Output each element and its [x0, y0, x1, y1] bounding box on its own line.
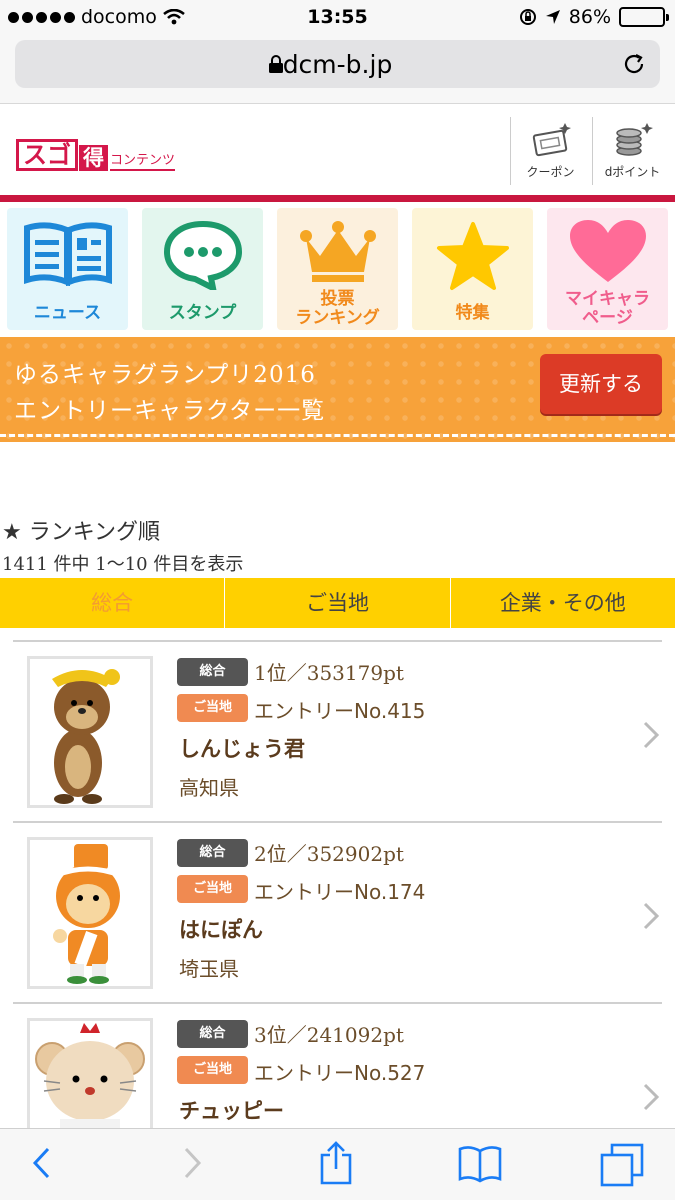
entry-number: エントリーNo.174 — [254, 880, 426, 904]
menu-stamp[interactable]: スタンプ — [142, 208, 263, 330]
header-divider — [0, 195, 675, 202]
prefecture: 埼玉県 — [179, 957, 239, 981]
tab-company-other[interactable]: 企業・その他 — [451, 578, 675, 628]
reload-icon[interactable] — [622, 52, 646, 76]
character-name: チュッピー — [179, 1099, 284, 1123]
chevron-right-icon — [643, 721, 660, 749]
entry-number: エントリーNo.527 — [254, 1061, 426, 1085]
menu-feature-label: 特集 — [455, 303, 490, 323]
entry-number: エントリーNo.415 — [254, 699, 426, 723]
rank-points: 3位／241092pt — [254, 1023, 404, 1047]
coins-icon — [615, 123, 653, 156]
url-text: dcm-b.jp — [282, 50, 393, 79]
badge-overall: 総合 — [177, 1020, 248, 1048]
banner-dashed-border — [0, 434, 675, 437]
menu-ranking[interactable]: 投票 ランキング — [277, 208, 398, 330]
menu-ranking-label: 投票 ランキング — [295, 289, 380, 328]
browser-address-bar: dcm-b.jp — [0, 36, 675, 104]
list-item[interactable]: 総合 2位／352902pt ご当地 エントリーNo.174 はにぽん 埼玉県 — [13, 821, 662, 1002]
chat-bubble-icon — [163, 220, 242, 294]
logo-sub: コンテンツ — [110, 153, 176, 171]
banner-title-line2: エントリーキャラクター一覧 — [14, 398, 326, 424]
character-image — [27, 837, 153, 989]
ranking-list: 総合 1位／353179pt ご当地 エントリーNo.415 しんじょう君 高知… — [13, 640, 662, 1183]
category-tabs: 総合 ご当地 企業・その他 — [0, 578, 675, 628]
badge-overall: 総合 — [177, 839, 248, 867]
banner-title-line1: ゆるキャラグランプリ2016 — [14, 362, 316, 388]
badge-local: ご当地 — [177, 694, 248, 722]
rank-points: 1位／353179pt — [254, 661, 404, 685]
menu-feature[interactable]: 特集 — [412, 208, 533, 330]
coupon-icon — [532, 123, 571, 157]
menu-mychara[interactable]: マイキャラ ページ — [547, 208, 668, 330]
coupon-button[interactable]: クーポン — [510, 117, 590, 185]
grandprix-banner: ゆるキャラグランプリ2016 エントリーキャラクター一覧 更新する — [0, 337, 675, 442]
status-right: 86% — [519, 6, 669, 28]
tab-local[interactable]: ご当地 — [225, 578, 451, 628]
share-icon[interactable] — [318, 1141, 354, 1185]
orientation-lock-icon — [519, 9, 536, 25]
badge-local: ご当地 — [177, 1056, 248, 1084]
badge-local: ご当地 — [177, 875, 248, 903]
list-item[interactable]: 総合 1位／353179pt ご当地 エントリーNo.415 しんじょう君 高知… — [13, 640, 662, 821]
badge-overall: 総合 — [177, 658, 248, 686]
news-icon — [23, 222, 112, 287]
logo-accent: 得 — [79, 145, 108, 171]
result-count: 1411 件中 1〜10 件目を表示 — [2, 554, 244, 575]
menu-news[interactable]: ニュース — [7, 208, 128, 330]
battery-icon — [619, 7, 669, 27]
character-name: しんじょう君 — [179, 737, 305, 761]
coupon-label: クーポン — [526, 165, 575, 179]
site-header: スゴ 得 コンテンツ クーポン dポイント — [0, 105, 675, 195]
menu-stamp-label: スタンプ — [168, 303, 237, 323]
chevron-right-icon — [643, 1083, 660, 1111]
character-name: はにぽん — [179, 918, 263, 942]
crown-icon — [299, 221, 376, 282]
tabs-icon[interactable] — [600, 1143, 644, 1187]
url-field[interactable]: dcm-b.jp — [15, 40, 660, 88]
chevron-right-icon — [643, 902, 660, 930]
rank-points: 2位／352902pt — [254, 842, 404, 866]
forward-icon[interactable] — [180, 1145, 204, 1181]
browser-toolbar — [0, 1128, 675, 1200]
battery-percent: 86% — [568, 6, 611, 28]
bookmarks-icon[interactable] — [458, 1145, 502, 1183]
character-image — [27, 656, 153, 808]
logo-main: スゴ — [16, 139, 78, 171]
tab-overall[interactable]: 総合 — [0, 578, 226, 628]
location-icon — [545, 10, 560, 24]
star-icon — [436, 222, 509, 290]
refresh-button[interactable]: 更新する — [540, 354, 662, 414]
heart-icon — [569, 220, 646, 282]
ranking-heading: ★ ランキング順 — [2, 520, 161, 545]
dpoint-label: dポイント — [604, 165, 661, 179]
menu-news-label: ニュース — [33, 303, 102, 323]
prefecture: 高知県 — [179, 776, 239, 800]
category-menu: ニュース スタンプ 投票 ランキング 特集 マイキャラ ページ — [0, 208, 675, 332]
menu-mychara-label: マイキャラ ページ — [565, 289, 650, 328]
back-icon[interactable] — [30, 1145, 54, 1181]
site-logo[interactable]: スゴ 得 コンテンツ — [16, 139, 176, 171]
dpoint-button[interactable]: dポイント — [592, 117, 672, 185]
status-bar: docomo 13:55 86% — [0, 0, 675, 36]
